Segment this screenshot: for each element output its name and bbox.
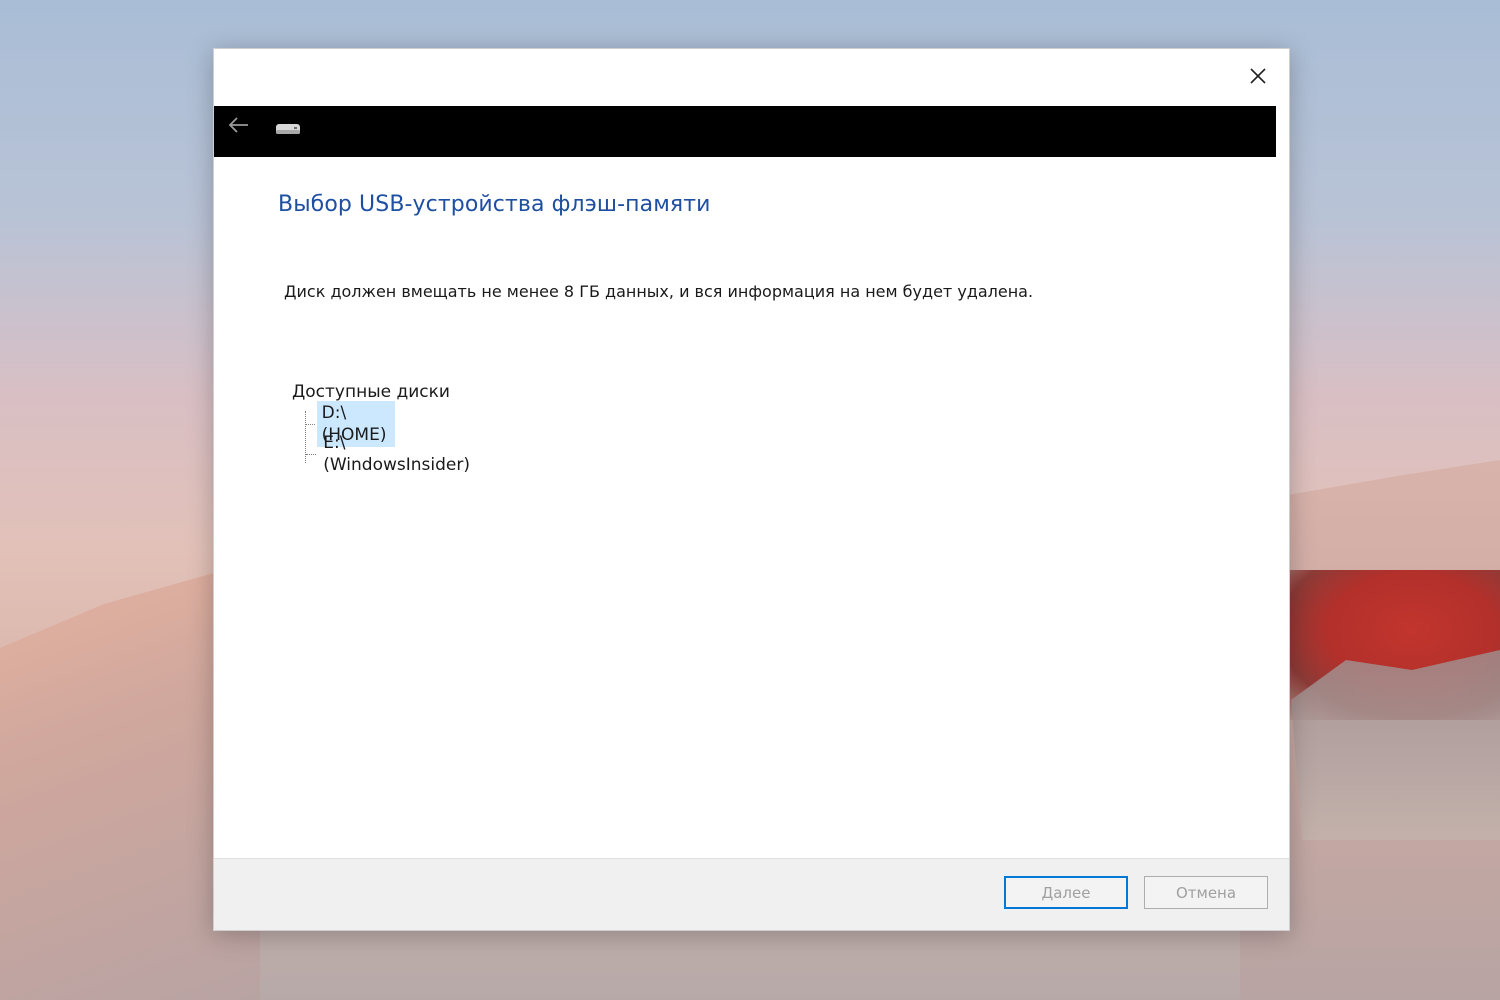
close-button[interactable] (1241, 61, 1275, 91)
page-title: Выбор USB-устройства флэш-памяти (278, 192, 711, 217)
close-icon (1250, 68, 1266, 84)
header-bar (214, 106, 1276, 157)
media-creation-dialog: Выбор USB-устройства флэш-памяти Диск до… (213, 48, 1290, 931)
drive-item-e[interactable]: E:\ (WindowsInsider) (306, 433, 477, 475)
tree-connector (306, 423, 315, 425)
back-button[interactable] (226, 114, 252, 136)
tree-connector (306, 453, 317, 455)
drive-label: E:\ (WindowsInsider) (323, 433, 470, 475)
cancel-button[interactable]: Отмена (1144, 876, 1268, 909)
back-arrow-icon (228, 117, 248, 133)
description-text: Диск должен вмещать не менее 8 ГБ данных… (284, 282, 1034, 301)
available-drives-label: Доступные диски (292, 382, 450, 402)
footer-bar: Далее Отмена (214, 858, 1289, 930)
next-button[interactable]: Далее (1004, 876, 1128, 909)
usb-drive-icon (276, 124, 300, 134)
